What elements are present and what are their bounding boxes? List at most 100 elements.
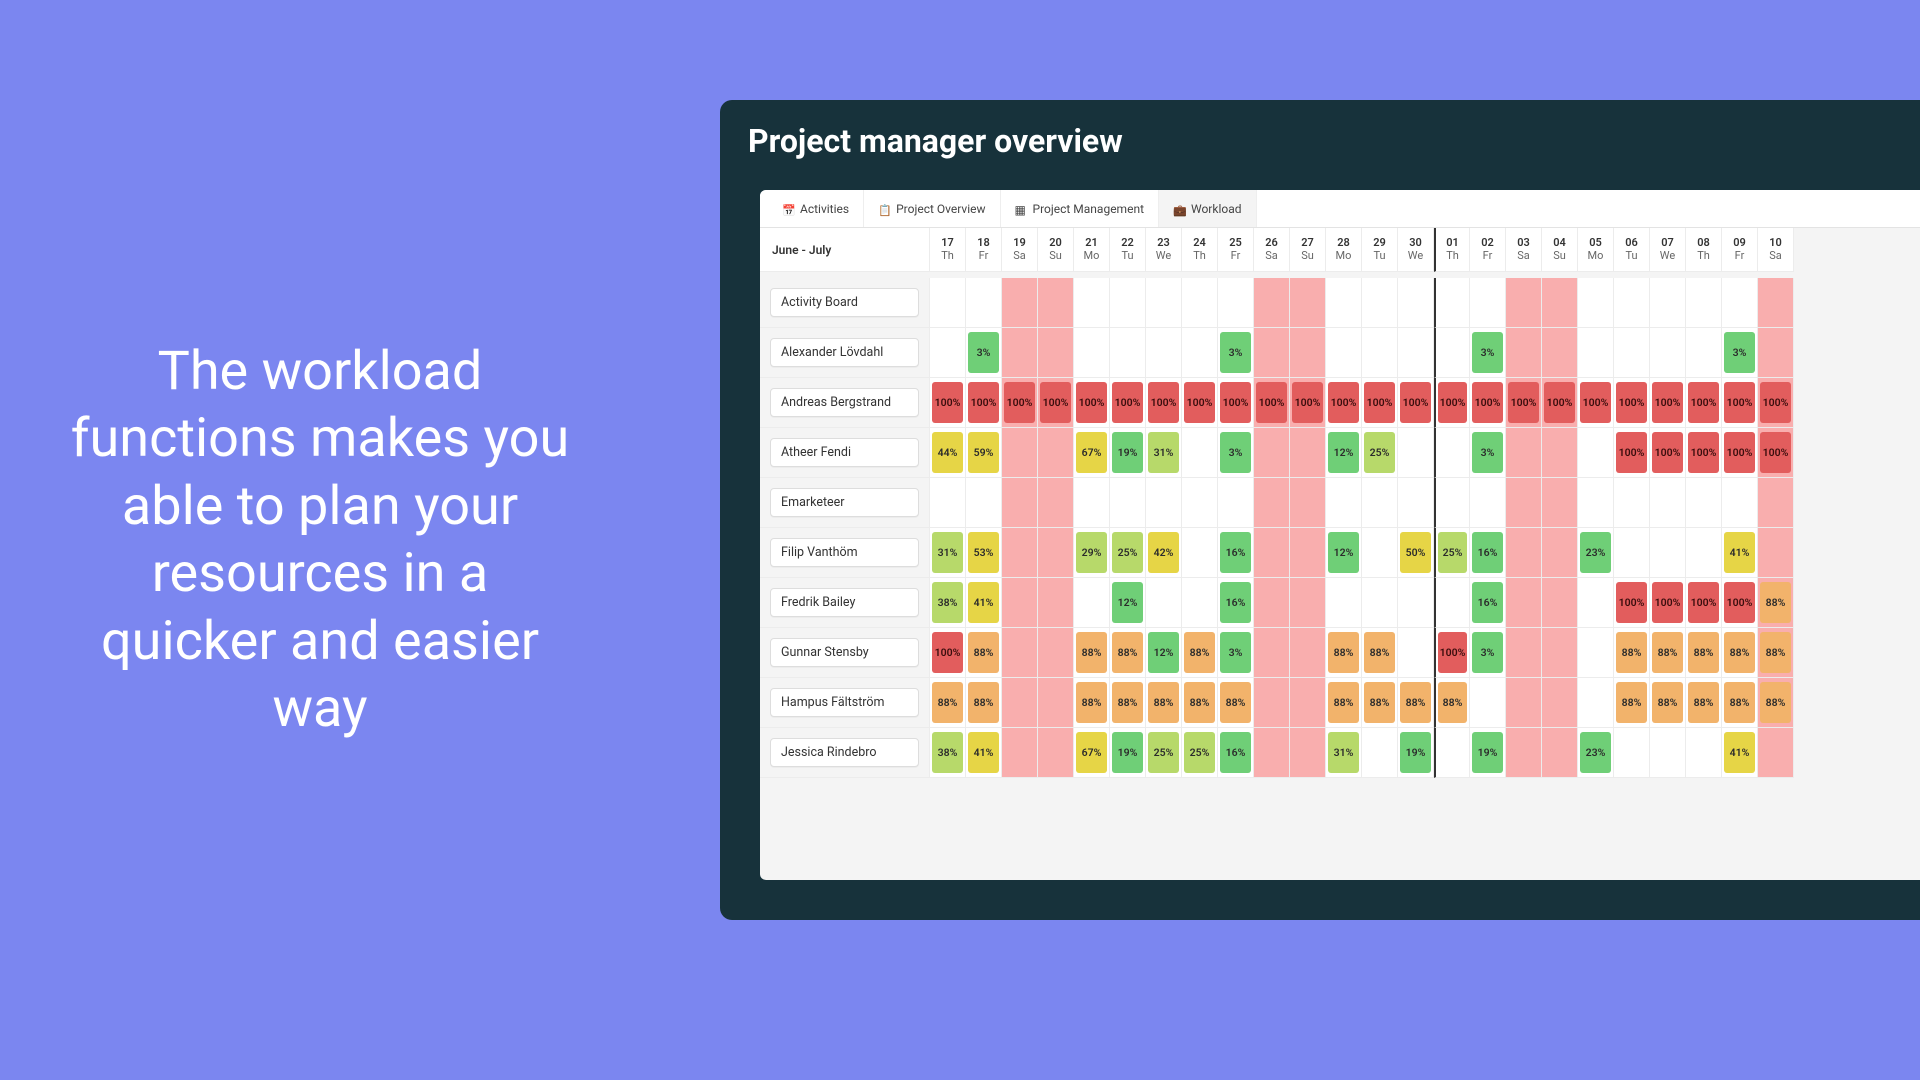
workload-cell[interactable] [1326,478,1362,528]
workload-cell[interactable]: 23% [1578,528,1614,578]
workload-cell[interactable] [1686,728,1722,778]
workload-cell[interactable]: 100% [1686,578,1722,628]
workload-cell[interactable] [1290,528,1326,578]
workload-cell[interactable] [1182,278,1218,328]
workload-cell[interactable] [1398,328,1434,378]
workload-cell[interactable] [1542,528,1578,578]
workload-cell[interactable]: 88% [1614,678,1650,728]
workload-cell[interactable]: 100% [1722,428,1758,478]
workload-cell[interactable] [1254,478,1290,528]
workload-cell[interactable] [1398,278,1434,328]
workload-cell[interactable]: 31% [930,528,966,578]
workload-cell[interactable] [1002,328,1038,378]
workload-cell[interactable]: 29% [1074,528,1110,578]
workload-cell[interactable] [1470,478,1506,528]
workload-cell[interactable]: 100% [1650,428,1686,478]
resource-name-cell[interactable]: Activity Board [760,278,930,328]
workload-cell[interactable]: 100% [1686,428,1722,478]
workload-cell[interactable] [1758,478,1794,528]
workload-cell[interactable]: 88% [1758,578,1794,628]
workload-cell[interactable]: 38% [930,728,966,778]
workload-cell[interactable]: 12% [1326,428,1362,478]
workload-cell[interactable]: 100% [1758,378,1794,428]
workload-cell[interactable] [1686,478,1722,528]
workload-cell[interactable]: 100% [1470,378,1506,428]
workload-cell[interactable] [1290,478,1326,528]
workload-cell[interactable] [1074,328,1110,378]
workload-cell[interactable] [1038,578,1074,628]
workload-cell[interactable]: 88% [1326,678,1362,728]
workload-cell[interactable] [1290,728,1326,778]
workload-cell[interactable]: 41% [966,728,1002,778]
workload-cell[interactable] [930,278,966,328]
workload-cell[interactable]: 3% [1470,328,1506,378]
resource-name-cell[interactable]: Hampus Fältström [760,678,930,728]
workload-cell[interactable]: 67% [1074,728,1110,778]
workload-cell[interactable]: 100% [1074,378,1110,428]
workload-cell[interactable] [1686,528,1722,578]
workload-cell[interactable]: 19% [1470,728,1506,778]
workload-cell[interactable]: 88% [1722,628,1758,678]
workload-cell[interactable] [1002,428,1038,478]
workload-cell[interactable] [1362,578,1398,628]
workload-cell[interactable] [1182,528,1218,578]
workload-cell[interactable] [966,278,1002,328]
workload-cell[interactable] [1038,728,1074,778]
workload-cell[interactable] [1110,478,1146,528]
workload-cell[interactable] [1506,678,1542,728]
workload-cell[interactable]: 50% [1398,528,1434,578]
workload-cell[interactable]: 100% [1290,378,1326,428]
workload-cell[interactable] [1542,328,1578,378]
workload-cell[interactable]: 31% [1326,728,1362,778]
workload-cell[interactable] [1542,278,1578,328]
workload-cell[interactable]: 100% [1542,378,1578,428]
workload-cell[interactable]: 53% [966,528,1002,578]
workload-cell[interactable]: 44% [930,428,966,478]
workload-cell[interactable]: 88% [1074,678,1110,728]
workload-cell[interactable] [1758,278,1794,328]
workload-cell[interactable] [1434,328,1470,378]
workload-cell[interactable]: 88% [966,628,1002,678]
workload-cell[interactable]: 100% [1506,378,1542,428]
resource-name-cell[interactable]: Gunnar Stensby [760,628,930,678]
workload-cell[interactable] [1542,478,1578,528]
workload-cell[interactable] [1650,278,1686,328]
workload-cell[interactable] [1722,478,1758,528]
workload-cell[interactable]: 88% [1758,678,1794,728]
workload-cell[interactable]: 3% [1470,628,1506,678]
workload-cell[interactable] [1578,428,1614,478]
workload-cell[interactable]: 100% [1614,378,1650,428]
workload-cell[interactable]: 19% [1110,428,1146,478]
workload-cell[interactable] [1038,628,1074,678]
workload-cell[interactable]: 88% [1110,628,1146,678]
workload-cell[interactable]: 100% [1578,378,1614,428]
tab-activities[interactable]: Activities [768,190,864,227]
workload-cell[interactable]: 88% [1218,678,1254,728]
workload-cell[interactable]: 88% [1362,628,1398,678]
resource-name-cell[interactable]: Alexander Lövdahl [760,328,930,378]
workload-cell[interactable] [1614,328,1650,378]
workload-cell[interactable] [1434,478,1470,528]
workload-cell[interactable] [1038,528,1074,578]
workload-cell[interactable] [1362,728,1398,778]
workload-cell[interactable]: 100% [1038,378,1074,428]
workload-cell[interactable] [1218,278,1254,328]
workload-cell[interactable]: 41% [1722,528,1758,578]
workload-cell[interactable] [1290,278,1326,328]
resource-name-cell[interactable]: Filip Vanthöm [760,528,930,578]
workload-cell[interactable] [1398,628,1434,678]
workload-cell[interactable]: 3% [1218,328,1254,378]
workload-cell[interactable] [1038,678,1074,728]
workload-cell[interactable]: 100% [1002,378,1038,428]
workload-cell[interactable] [1506,628,1542,678]
workload-cell[interactable]: 16% [1218,728,1254,778]
workload-cell[interactable] [1254,578,1290,628]
workload-cell[interactable] [1758,528,1794,578]
workload-cell[interactable] [1650,528,1686,578]
workload-cell[interactable] [966,478,1002,528]
resource-name-cell[interactable]: Jessica Rindebro [760,728,930,778]
workload-cell[interactable] [1578,628,1614,678]
tab-project-management[interactable]: Project Management [1001,190,1159,227]
workload-cell[interactable] [1362,278,1398,328]
workload-cell[interactable] [1506,278,1542,328]
